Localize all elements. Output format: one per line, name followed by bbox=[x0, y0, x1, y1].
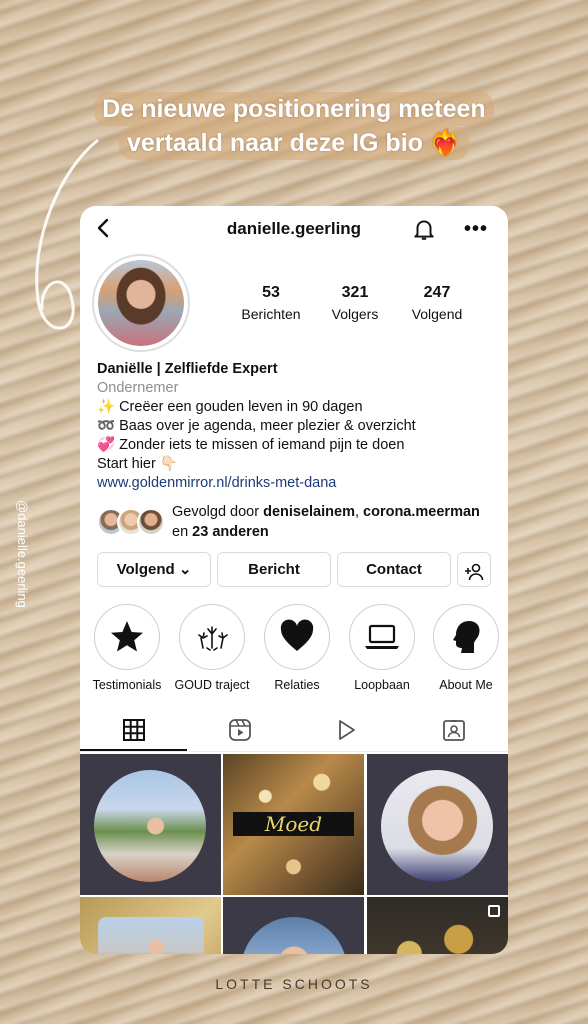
avatar-photo bbox=[98, 260, 184, 346]
post-thumbnail[interactable] bbox=[80, 754, 221, 895]
stat-followers-label: Volgers bbox=[331, 306, 379, 322]
bio-link[interactable]: www.goldenmirror.nl/drinks-met-dana bbox=[97, 474, 497, 493]
followed-by-separator: , bbox=[354, 504, 364, 520]
stat-following-label: Volgend bbox=[411, 306, 463, 322]
side-handle-text: @danielle.geerling bbox=[15, 500, 30, 608]
highlight-goud-traject[interactable]: GOUD traject bbox=[170, 604, 254, 692]
carousel-icon bbox=[488, 905, 500, 917]
headline-line-1: De nieuwe positionering meteen bbox=[94, 92, 494, 126]
profile-name: Daniëlle | Zelfliefde Expert bbox=[97, 361, 278, 377]
reels-icon[interactable] bbox=[228, 718, 252, 742]
followed-by-text: Gevolgd door deniselainem, corona.meerma… bbox=[172, 502, 502, 542]
highlight-about-me[interactable]: About Me bbox=[424, 604, 508, 692]
more-options-icon[interactable]: ••• bbox=[464, 218, 488, 241]
profile-tabs bbox=[80, 708, 508, 752]
active-tab-indicator bbox=[80, 749, 187, 751]
profile-top-bar: danielle.geerling ••• bbox=[80, 206, 508, 252]
follower-avatar bbox=[137, 508, 165, 536]
followed-by-user: deniselainem bbox=[263, 504, 355, 520]
heart-icon bbox=[280, 619, 314, 651]
stat-followers-value: 321 bbox=[341, 284, 369, 301]
highlight-label: Relaties bbox=[274, 678, 320, 692]
highlight-label: About Me bbox=[439, 678, 493, 692]
bio-line: 💞 Zonder iets te missen of iemand pijn t… bbox=[97, 437, 405, 453]
stat-posts[interactable]: 53 Berichten bbox=[226, 284, 316, 322]
followed-by-user: corona.meerman bbox=[363, 504, 480, 520]
post-thumbnail[interactable] bbox=[367, 754, 508, 895]
stat-posts-value: 53 bbox=[262, 284, 280, 301]
footer-brand: LOTTE SCHOOTS bbox=[215, 976, 373, 992]
headline-line-2: vertaald naar deze IG bio ❤️‍🔥 bbox=[118, 126, 469, 160]
profile-category: Ondernemer bbox=[97, 380, 179, 396]
profile-username: danielle.geerling bbox=[226, 219, 362, 238]
followed-by-prefix: Gevolgd door bbox=[172, 504, 264, 520]
highlight-label: GOUD traject bbox=[174, 678, 250, 692]
highlight-label: Testimonials bbox=[92, 678, 162, 692]
video-play-icon[interactable] bbox=[334, 718, 358, 742]
following-button[interactable]: Volgend ⌄ bbox=[97, 552, 211, 587]
grid-icon[interactable] bbox=[122, 718, 146, 742]
highlight-label: Loopbaan bbox=[354, 678, 410, 692]
bio-line: ✨ Creëer een gouden leven in 90 dagen bbox=[97, 399, 363, 415]
stat-followers[interactable]: 321 Volgers bbox=[310, 284, 400, 322]
highlight-relaties[interactable]: Relaties bbox=[255, 604, 339, 692]
profile-bio: Daniëlle | Zelfliefde Expert Ondernemer … bbox=[97, 360, 497, 493]
followed-by-others: 23 anderen bbox=[192, 524, 269, 540]
instagram-profile-card: danielle.geerling ••• 53 Berichten 321 V… bbox=[80, 206, 508, 954]
message-button[interactable]: Bericht bbox=[217, 552, 331, 587]
stat-following-value: 247 bbox=[423, 284, 451, 301]
post-thumbnail[interactable] bbox=[367, 897, 508, 954]
laptop-icon bbox=[365, 624, 399, 649]
add-person-button[interactable] bbox=[457, 552, 491, 587]
stat-posts-label: Berichten bbox=[241, 306, 301, 322]
tagged-icon[interactable] bbox=[442, 718, 466, 742]
head-silhouette-icon bbox=[453, 621, 480, 653]
highlight-testimonials[interactable]: Testimonials bbox=[85, 604, 169, 692]
contact-button[interactable]: Contact bbox=[337, 552, 451, 587]
profile-avatar[interactable] bbox=[92, 254, 190, 352]
bio-line: ➿ Baas over je agenda, meer plezier & ov… bbox=[97, 418, 416, 434]
star-icon bbox=[111, 621, 143, 652]
post-thumbnail[interactable] bbox=[223, 897, 364, 954]
followed-by[interactable]: Gevolgd door deniselainem, corona.meerma… bbox=[97, 502, 497, 542]
followed-by-connector: en bbox=[172, 524, 193, 540]
post-overlay-text: Moed bbox=[264, 812, 323, 836]
add-person-icon bbox=[465, 563, 484, 581]
fireworks-icon bbox=[198, 626, 228, 651]
post-thumbnail[interactable]: Moed bbox=[223, 754, 364, 895]
post-thumbnail[interactable] bbox=[80, 897, 221, 954]
stat-following[interactable]: 247 Volgend bbox=[392, 284, 482, 322]
highlight-loopbaan[interactable]: Loopbaan bbox=[340, 604, 424, 692]
bio-line: Start hier 👇🏻 bbox=[97, 456, 178, 472]
bell-icon[interactable] bbox=[411, 216, 437, 242]
